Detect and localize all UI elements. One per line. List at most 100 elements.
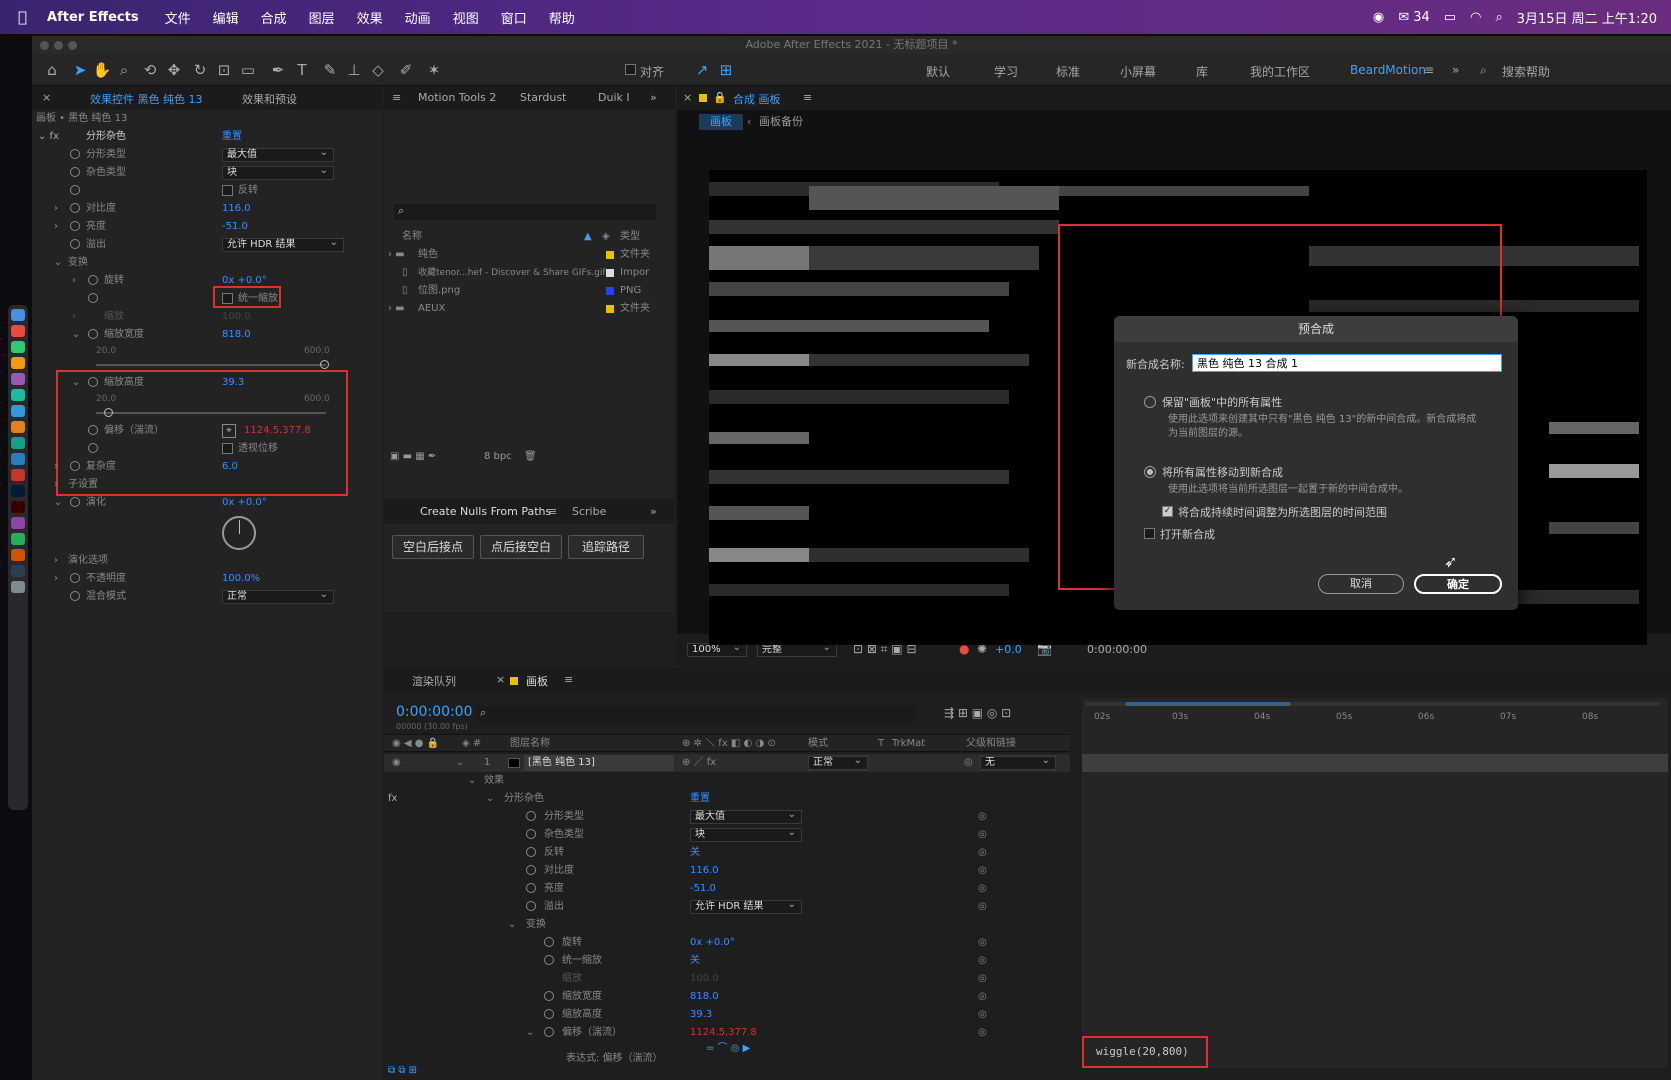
layer-row[interactable]: ◉ ⌄ 1 [黑色 纯色 13] ⊕ ／ fx 正常 ◎ 无 xyxy=(384,754,1070,772)
app-icon[interactable] xyxy=(11,437,25,449)
stopwatch-icon[interactable] xyxy=(544,1027,554,1037)
nulls-follow-points-button[interactable]: 点后接空白 xyxy=(480,535,562,559)
panel-menu-icon[interactable]: ≡ xyxy=(564,673,573,686)
app-name[interactable]: After Effects xyxy=(47,10,139,25)
stopwatch-icon[interactable] xyxy=(70,461,80,471)
anchor-tool-icon[interactable]: ⊡ xyxy=(214,60,234,80)
panel-menu-icon[interactable]: ≡ xyxy=(548,505,557,518)
zoom-tool-icon[interactable]: ⌕ xyxy=(114,60,134,80)
project-footer-icons[interactable]: ▣ ▬ ▦ ✒ xyxy=(390,448,436,466)
hand-tool-icon[interactable]: ✋ xyxy=(92,60,112,80)
tl-scale-height-value[interactable]: 39.3 xyxy=(690,1006,712,1024)
tl-contrast-value[interactable]: 116.0 xyxy=(690,862,719,880)
app-icon[interactable] xyxy=(11,405,25,417)
stopwatch-icon[interactable] xyxy=(70,573,80,583)
select-tool-icon[interactable]: ➤ xyxy=(70,60,90,80)
list-item[interactable]: ▯ 位图.png PNG xyxy=(388,282,668,300)
timeline-search[interactable]: ⌕ xyxy=(476,706,916,722)
tab-effect-controls[interactable]: 效果控件 黑色 纯色 13 xyxy=(90,91,203,107)
tl-uniform-value[interactable]: 关 xyxy=(690,952,700,970)
expand-icon[interactable]: › xyxy=(54,552,58,570)
tl-fractal-type-select[interactable]: 最大值 xyxy=(690,809,802,824)
rect-tool-icon[interactable]: ▭ xyxy=(238,60,258,80)
stopwatch-icon[interactable] xyxy=(544,991,554,1001)
tl-noise-type-select[interactable]: 块 xyxy=(690,827,802,842)
stopwatch-icon[interactable] xyxy=(70,239,80,249)
expand-icon[interactable]: › xyxy=(54,458,58,476)
app-icon[interactable] xyxy=(11,469,25,481)
app-icon[interactable] xyxy=(11,389,25,401)
stopwatch-icon[interactable] xyxy=(88,329,98,339)
expand-icon[interactable]: › xyxy=(54,200,58,218)
home-icon[interactable]: ⌂ xyxy=(42,60,62,80)
pen-tool-icon[interactable]: ✒ xyxy=(268,60,288,80)
expand-icon[interactable]: › xyxy=(72,272,76,290)
resolution-select[interactable]: 完整 xyxy=(757,642,837,657)
menu-view[interactable]: 视图 xyxy=(453,8,479,27)
illustrator-icon[interactable] xyxy=(11,501,25,513)
stopwatch-icon[interactable] xyxy=(526,901,536,911)
app-icon[interactable] xyxy=(11,421,25,433)
opt-keep-attributes[interactable]: 保留"画板"中的所有属性 xyxy=(1162,394,1282,410)
stopwatch-icon[interactable] xyxy=(70,167,80,177)
workspace-mine[interactable]: 我的工作区 xyxy=(1250,63,1310,80)
tab-scribe[interactable]: Scribe xyxy=(572,505,606,518)
tab-motion-tools[interactable]: Motion Tools 2 xyxy=(418,91,496,104)
project-search[interactable]: ⌕ xyxy=(394,204,656,220)
panel-menu-icon[interactable]: ≡ xyxy=(392,91,401,104)
layer-bar[interactable] xyxy=(1082,754,1668,772)
invert-checkbox[interactable] xyxy=(222,185,233,196)
wechat-icon[interactable]: ✉ 34 xyxy=(1398,10,1430,25)
pickwhip-icon[interactable]: ◎ xyxy=(978,880,987,898)
max-dot[interactable] xyxy=(68,41,77,50)
expand-icon[interactable]: › xyxy=(54,218,58,236)
pickwhip-icon[interactable]: ◎ xyxy=(978,1024,987,1042)
tab-stardust[interactable]: Stardust xyxy=(520,91,566,104)
clock[interactable]: 3月15日 周二 上午1:20 xyxy=(1517,8,1657,27)
stopwatch-icon[interactable] xyxy=(70,591,80,601)
evolution-value[interactable]: 0x +0.0° xyxy=(222,494,267,512)
stopwatch-icon[interactable] xyxy=(88,443,98,453)
complexity-value[interactable]: 6.0 xyxy=(222,458,238,476)
col-trkmat[interactable]: TrkMat xyxy=(892,735,925,753)
overflow-select[interactable]: 允许 HDR 结果 xyxy=(222,237,344,252)
roto-tool-icon[interactable]: ✐ xyxy=(396,60,416,80)
app-icon[interactable] xyxy=(11,565,25,577)
finder-icon[interactable] xyxy=(11,309,25,321)
list-item[interactable]: › ▬ AEUX 文件夹 xyxy=(388,300,668,318)
collapse-icon[interactable]: ⌄ xyxy=(54,494,62,512)
sort-icon[interactable]: ▲ xyxy=(584,228,592,246)
menu-comp[interactable]: 合成 xyxy=(261,8,287,27)
layer-name[interactable]: [黑色 纯色 13] xyxy=(524,755,674,771)
workspace-default[interactable]: 默认 xyxy=(926,63,950,80)
pickwhip-icon[interactable]: ◎ xyxy=(964,754,973,772)
stopwatch-icon[interactable] xyxy=(70,149,80,159)
panel-menu-icon[interactable]: ≡ xyxy=(803,91,812,104)
tl-brightness-value[interactable]: -51.0 xyxy=(690,880,716,898)
workspace-learn[interactable]: 学习 xyxy=(994,63,1018,80)
reset-link[interactable]: 重置 xyxy=(222,128,242,146)
close-tab-icon[interactable]: × xyxy=(42,91,51,104)
close-dot[interactable] xyxy=(40,41,49,50)
app-icon[interactable] xyxy=(11,549,25,561)
apple-icon[interactable]:  xyxy=(18,8,27,26)
cancel-button[interactable]: 取消 xyxy=(1318,574,1404,594)
noise-type-select[interactable]: 块 xyxy=(222,165,334,180)
rotate-tool-icon[interactable]: ↻ xyxy=(190,60,210,80)
stopwatch-icon[interactable] xyxy=(526,811,536,821)
col-name[interactable]: 名称 xyxy=(402,228,422,246)
timeline-graph[interactable]: 02s 03s 04s 05s 06s 07s 08s wiggle(20,80… xyxy=(1082,698,1668,1068)
contrast-value[interactable]: 116.0 xyxy=(222,200,251,218)
more-icon[interactable]: » xyxy=(650,505,657,518)
close-tab-icon[interactable]: × xyxy=(496,673,505,686)
stopwatch-icon[interactable] xyxy=(88,293,98,303)
menu-file[interactable]: 文件 xyxy=(165,8,191,27)
col-parent[interactable]: 父级和链接 xyxy=(966,735,1016,753)
brush-tool-icon[interactable]: ✎ xyxy=(320,60,340,80)
workspace-beardmotion[interactable]: BeardMotion xyxy=(1350,63,1426,77)
collapse-icon[interactable]: ⌄ xyxy=(526,1024,534,1042)
col-mode[interactable]: 模式 xyxy=(808,735,828,753)
stopwatch-icon[interactable] xyxy=(544,937,554,947)
tab-timeline[interactable]: 画板 xyxy=(526,673,548,689)
orbit-tool-icon[interactable]: ⟲ xyxy=(140,60,160,80)
